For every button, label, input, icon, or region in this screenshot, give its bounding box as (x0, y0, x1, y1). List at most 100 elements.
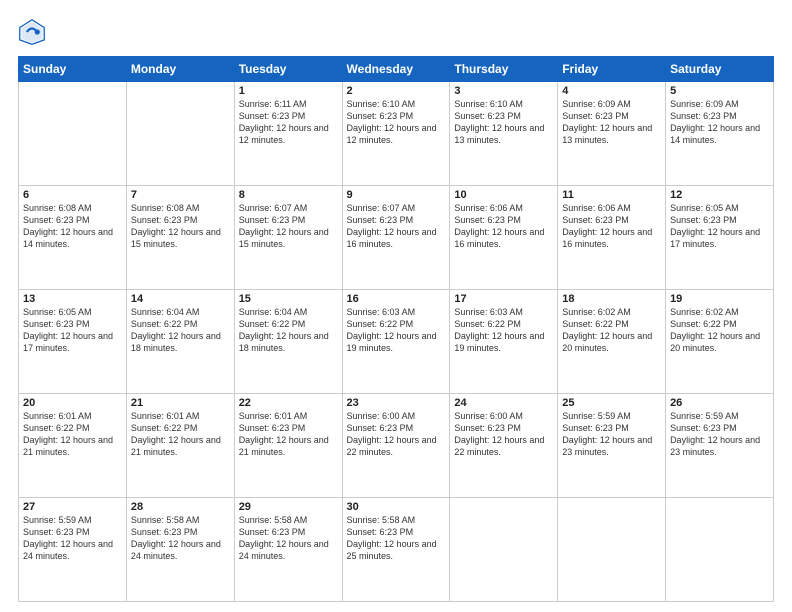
day-cell (450, 498, 558, 602)
day-info: Sunrise: 6:02 AM Sunset: 6:22 PM Dayligh… (562, 306, 661, 355)
day-number: 7 (131, 189, 230, 201)
week-row-1: 1Sunrise: 6:11 AM Sunset: 6:23 PM Daylig… (19, 82, 774, 186)
day-number: 21 (131, 397, 230, 409)
day-cell (558, 498, 666, 602)
day-cell: 22Sunrise: 6:01 AM Sunset: 6:23 PM Dayli… (234, 394, 342, 498)
day-number: 23 (347, 397, 446, 409)
day-info: Sunrise: 6:07 AM Sunset: 6:23 PM Dayligh… (239, 202, 338, 251)
logo (18, 18, 48, 46)
day-cell: 27Sunrise: 5:59 AM Sunset: 6:23 PM Dayli… (19, 498, 127, 602)
day-number: 6 (23, 189, 122, 201)
header-row: SundayMondayTuesdayWednesdayThursdayFrid… (19, 57, 774, 82)
day-cell: 7Sunrise: 6:08 AM Sunset: 6:23 PM Daylig… (126, 186, 234, 290)
week-row-2: 6Sunrise: 6:08 AM Sunset: 6:23 PM Daylig… (19, 186, 774, 290)
day-cell: 21Sunrise: 6:01 AM Sunset: 6:22 PM Dayli… (126, 394, 234, 498)
day-number: 13 (23, 293, 122, 305)
day-cell: 13Sunrise: 6:05 AM Sunset: 6:23 PM Dayli… (19, 290, 127, 394)
day-cell: 23Sunrise: 6:00 AM Sunset: 6:23 PM Dayli… (342, 394, 450, 498)
day-info: Sunrise: 6:05 AM Sunset: 6:23 PM Dayligh… (23, 306, 122, 355)
day-cell: 30Sunrise: 5:58 AM Sunset: 6:23 PM Dayli… (342, 498, 450, 602)
day-cell: 3Sunrise: 6:10 AM Sunset: 6:23 PM Daylig… (450, 82, 558, 186)
day-number: 4 (562, 85, 661, 97)
day-info: Sunrise: 5:59 AM Sunset: 6:23 PM Dayligh… (670, 410, 769, 459)
day-info: Sunrise: 6:05 AM Sunset: 6:23 PM Dayligh… (670, 202, 769, 251)
day-cell: 1Sunrise: 6:11 AM Sunset: 6:23 PM Daylig… (234, 82, 342, 186)
day-number: 5 (670, 85, 769, 97)
day-number: 12 (670, 189, 769, 201)
day-info: Sunrise: 6:04 AM Sunset: 6:22 PM Dayligh… (239, 306, 338, 355)
day-info: Sunrise: 6:09 AM Sunset: 6:23 PM Dayligh… (562, 98, 661, 147)
day-info: Sunrise: 6:08 AM Sunset: 6:23 PM Dayligh… (23, 202, 122, 251)
day-number: 26 (670, 397, 769, 409)
day-number: 30 (347, 501, 446, 513)
calendar-header: SundayMondayTuesdayWednesdayThursdayFrid… (19, 57, 774, 82)
day-info: Sunrise: 6:07 AM Sunset: 6:23 PM Dayligh… (347, 202, 446, 251)
day-number: 9 (347, 189, 446, 201)
column-header-wednesday: Wednesday (342, 57, 450, 82)
day-cell: 25Sunrise: 5:59 AM Sunset: 6:23 PM Dayli… (558, 394, 666, 498)
calendar-body: 1Sunrise: 6:11 AM Sunset: 6:23 PM Daylig… (19, 82, 774, 602)
day-number: 24 (454, 397, 553, 409)
day-number: 18 (562, 293, 661, 305)
day-number: 28 (131, 501, 230, 513)
day-info: Sunrise: 6:10 AM Sunset: 6:23 PM Dayligh… (454, 98, 553, 147)
column-header-thursday: Thursday (450, 57, 558, 82)
day-cell: 9Sunrise: 6:07 AM Sunset: 6:23 PM Daylig… (342, 186, 450, 290)
day-info: Sunrise: 5:59 AM Sunset: 6:23 PM Dayligh… (562, 410, 661, 459)
day-info: Sunrise: 6:11 AM Sunset: 6:23 PM Dayligh… (239, 98, 338, 147)
day-cell: 16Sunrise: 6:03 AM Sunset: 6:22 PM Dayli… (342, 290, 450, 394)
day-info: Sunrise: 6:01 AM Sunset: 6:22 PM Dayligh… (131, 410, 230, 459)
day-number: 25 (562, 397, 661, 409)
day-cell: 8Sunrise: 6:07 AM Sunset: 6:23 PM Daylig… (234, 186, 342, 290)
column-header-saturday: Saturday (666, 57, 774, 82)
day-cell: 6Sunrise: 6:08 AM Sunset: 6:23 PM Daylig… (19, 186, 127, 290)
day-cell: 15Sunrise: 6:04 AM Sunset: 6:22 PM Dayli… (234, 290, 342, 394)
day-info: Sunrise: 5:58 AM Sunset: 6:23 PM Dayligh… (347, 514, 446, 563)
day-number: 11 (562, 189, 661, 201)
day-info: Sunrise: 6:10 AM Sunset: 6:23 PM Dayligh… (347, 98, 446, 147)
page: SundayMondayTuesdayWednesdayThursdayFrid… (0, 0, 792, 612)
column-header-tuesday: Tuesday (234, 57, 342, 82)
day-number: 10 (454, 189, 553, 201)
day-cell: 11Sunrise: 6:06 AM Sunset: 6:23 PM Dayli… (558, 186, 666, 290)
logo-icon (18, 18, 46, 46)
day-number: 29 (239, 501, 338, 513)
day-info: Sunrise: 6:04 AM Sunset: 6:22 PM Dayligh… (131, 306, 230, 355)
header (18, 18, 774, 46)
day-info: Sunrise: 6:06 AM Sunset: 6:23 PM Dayligh… (454, 202, 553, 251)
week-row-3: 13Sunrise: 6:05 AM Sunset: 6:23 PM Dayli… (19, 290, 774, 394)
week-row-4: 20Sunrise: 6:01 AM Sunset: 6:22 PM Dayli… (19, 394, 774, 498)
day-cell: 19Sunrise: 6:02 AM Sunset: 6:22 PM Dayli… (666, 290, 774, 394)
day-cell: 28Sunrise: 5:58 AM Sunset: 6:23 PM Dayli… (126, 498, 234, 602)
day-info: Sunrise: 6:00 AM Sunset: 6:23 PM Dayligh… (347, 410, 446, 459)
day-cell: 18Sunrise: 6:02 AM Sunset: 6:22 PM Dayli… (558, 290, 666, 394)
day-info: Sunrise: 6:09 AM Sunset: 6:23 PM Dayligh… (670, 98, 769, 147)
day-cell (666, 498, 774, 602)
day-info: Sunrise: 5:58 AM Sunset: 6:23 PM Dayligh… (239, 514, 338, 563)
day-number: 16 (347, 293, 446, 305)
day-number: 3 (454, 85, 553, 97)
day-cell: 20Sunrise: 6:01 AM Sunset: 6:22 PM Dayli… (19, 394, 127, 498)
day-cell: 12Sunrise: 6:05 AM Sunset: 6:23 PM Dayli… (666, 186, 774, 290)
day-cell: 17Sunrise: 6:03 AM Sunset: 6:22 PM Dayli… (450, 290, 558, 394)
day-cell (126, 82, 234, 186)
day-cell: 4Sunrise: 6:09 AM Sunset: 6:23 PM Daylig… (558, 82, 666, 186)
column-header-sunday: Sunday (19, 57, 127, 82)
week-row-5: 27Sunrise: 5:59 AM Sunset: 6:23 PM Dayli… (19, 498, 774, 602)
column-header-friday: Friday (558, 57, 666, 82)
day-cell: 2Sunrise: 6:10 AM Sunset: 6:23 PM Daylig… (342, 82, 450, 186)
day-number: 15 (239, 293, 338, 305)
day-info: Sunrise: 6:01 AM Sunset: 6:22 PM Dayligh… (23, 410, 122, 459)
day-cell: 29Sunrise: 5:58 AM Sunset: 6:23 PM Dayli… (234, 498, 342, 602)
day-number: 27 (23, 501, 122, 513)
day-info: Sunrise: 6:08 AM Sunset: 6:23 PM Dayligh… (131, 202, 230, 251)
day-number: 2 (347, 85, 446, 97)
day-number: 17 (454, 293, 553, 305)
day-info: Sunrise: 6:00 AM Sunset: 6:23 PM Dayligh… (454, 410, 553, 459)
day-info: Sunrise: 6:06 AM Sunset: 6:23 PM Dayligh… (562, 202, 661, 251)
column-header-monday: Monday (126, 57, 234, 82)
day-info: Sunrise: 6:03 AM Sunset: 6:22 PM Dayligh… (347, 306, 446, 355)
day-info: Sunrise: 6:01 AM Sunset: 6:23 PM Dayligh… (239, 410, 338, 459)
day-number: 8 (239, 189, 338, 201)
day-number: 19 (670, 293, 769, 305)
